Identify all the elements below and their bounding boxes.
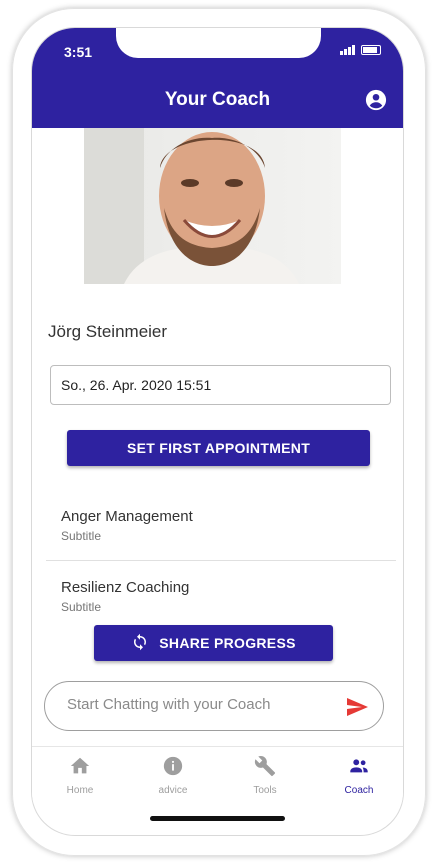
chat-input[interactable] <box>67 696 327 713</box>
device-notch <box>116 28 321 58</box>
home-icon <box>69 755 91 782</box>
list-divider <box>46 560 396 561</box>
nav-home[interactable]: Home <box>45 755 115 796</box>
status-time: 3:51 <box>64 44 93 60</box>
list-item-resilienz-coaching[interactable]: Resilienz Coaching Subtitle <box>61 579 189 614</box>
nav-tools[interactable]: Tools <box>230 755 300 796</box>
bottom-navigation: Home advice Tools Coach <box>32 746 403 804</box>
account-circle-icon[interactable] <box>365 89 387 116</box>
page-title: Your Coach <box>164 89 271 110</box>
list-item-subtitle: Subtitle <box>61 529 102 543</box>
signal-icon <box>340 44 355 55</box>
send-icon[interactable] <box>345 695 369 724</box>
chat-box <box>44 681 384 731</box>
people-icon <box>348 755 370 782</box>
share-progress-button[interactable]: SHARE PROGRESS <box>94 625 333 661</box>
coach-name: Jörg Steinmeier <box>48 322 168 341</box>
list-item-title: Resilienz Coaching <box>61 579 190 596</box>
list-item-title: Anger Management <box>61 508 193 525</box>
info-icon <box>162 755 184 782</box>
status-icons <box>340 44 381 55</box>
app-screen: 3:51 Your Coach Jörg Steinmeier So., 26.… <box>31 27 404 836</box>
home-indicator <box>150 816 285 821</box>
app-bar: 3:51 Your Coach <box>32 28 403 128</box>
nav-label: Coach <box>344 785 374 796</box>
share-progress-label: SHARE PROGRESS <box>159 635 296 651</box>
appointment-date-field[interactable] <box>50 365 391 405</box>
coach-photo <box>84 128 341 284</box>
list-item-anger-management[interactable]: Anger Management Subtitle <box>61 508 193 543</box>
list-item-subtitle: Subtitle <box>61 600 102 614</box>
nav-label: Tools <box>253 785 277 796</box>
wrench-icon <box>254 755 276 782</box>
nav-label: advice <box>158 785 188 796</box>
nav-advice[interactable]: advice <box>138 755 208 796</box>
nav-coach[interactable]: Coach <box>324 755 394 796</box>
battery-icon <box>361 44 381 55</box>
nav-label: Home <box>66 785 94 796</box>
set-first-appointment-button[interactable]: SET FIRST APPOINTMENT <box>67 430 370 466</box>
sync-icon <box>131 633 149 654</box>
